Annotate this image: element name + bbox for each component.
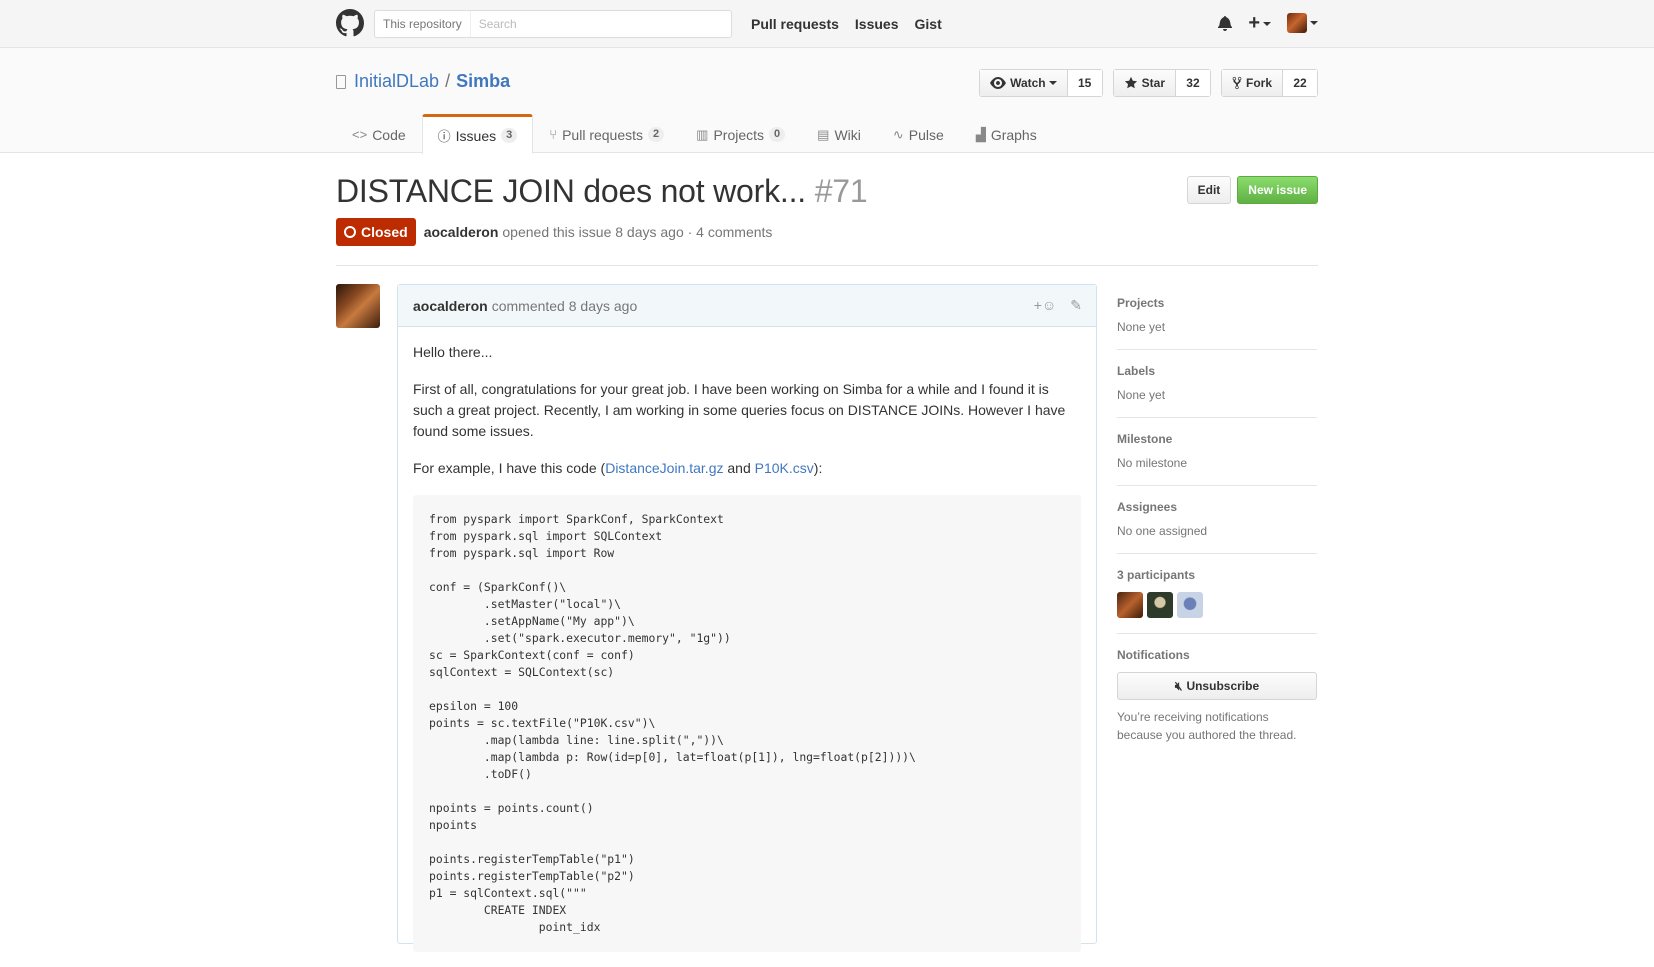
sidebar-heading-notifications: Notifications bbox=[1117, 648, 1190, 662]
mute-icon: 🔇︎ bbox=[1174, 678, 1183, 693]
status-badge: Closed bbox=[336, 218, 416, 246]
sidebar-projects: Projects None yet bbox=[1117, 284, 1317, 350]
sidebar-value-labels: None yet bbox=[1117, 388, 1166, 402]
sidebar-milestone: Milestone No milestone bbox=[1117, 418, 1317, 486]
comment-body: Hello there... First of all, congratulat… bbox=[398, 327, 1096, 967]
issue-sidebar: Projects None yet Labels None yet Milest… bbox=[1117, 284, 1317, 759]
header-divider bbox=[336, 265, 1318, 266]
status-badge-label: Closed bbox=[361, 224, 408, 240]
sidebar-labels: Labels None yet bbox=[1117, 350, 1317, 418]
comment-meta: commented 8 days ago bbox=[491, 297, 638, 314]
sidebar-heading-projects: Projects bbox=[1117, 296, 1165, 310]
sidebar-participants: 3 participants bbox=[1117, 554, 1317, 634]
avatar[interactable] bbox=[336, 284, 380, 328]
issue-meta-text: opened this issue 8 days ago · 4 comment… bbox=[502, 224, 773, 240]
sidebar-heading-participants: 3 participants bbox=[1117, 568, 1196, 582]
sidebar-assignees: Assignees No one assigned bbox=[1117, 486, 1317, 554]
example-and: and bbox=[723, 460, 755, 476]
issue-title-text: DISTANCE JOIN does not work... bbox=[336, 173, 806, 209]
example-prefix: For example, I have this code ( bbox=[413, 460, 606, 476]
unsubscribe-label: Unsubscribe bbox=[1186, 679, 1260, 693]
sidebar-heading-assignees: Assignees bbox=[1117, 500, 1178, 514]
sidebar-notifications: Notifications 🔇︎ Unsubscribe You’re rece… bbox=[1117, 634, 1317, 759]
sidebar-value-projects: None yet bbox=[1117, 320, 1166, 334]
issue-number: #71 bbox=[814, 173, 868, 209]
page-title: DISTANCE JOIN does not work... #71 bbox=[336, 173, 868, 210]
avatar[interactable] bbox=[1147, 592, 1173, 618]
sidebar-heading-labels: Labels bbox=[1117, 364, 1156, 378]
attachment-link-p10k[interactable]: P10K.csv bbox=[755, 460, 814, 476]
notification-reason: You’re receiving notifications because y… bbox=[1117, 710, 1297, 742]
issue-meta: Closed aocalderon opened this issue 8 da… bbox=[336, 218, 772, 246]
comment-author-link[interactable]: aocalderon bbox=[413, 298, 488, 314]
attachment-link-distancejoin[interactable]: DistanceJoin.tar.gz bbox=[605, 460, 723, 476]
avatar[interactable] bbox=[1117, 592, 1143, 618]
comment-paragraph: First of all, congratulations for your g… bbox=[413, 381, 1066, 439]
sidebar-value-assignees: No one assigned bbox=[1117, 524, 1208, 538]
edit-button[interactable]: Edit bbox=[1186, 176, 1232, 204]
code-block: from pyspark import SparkConf, SparkCont… bbox=[413, 495, 1081, 952]
sidebar-value-milestone: No milestone bbox=[1117, 456, 1188, 470]
pencil-icon[interactable]: ✎ bbox=[1070, 297, 1082, 314]
example-suffix: ): bbox=[813, 460, 823, 476]
comment: aocalderon commented 8 days ago +☺ ✎ Hel… bbox=[397, 284, 1097, 952]
participant-avatars bbox=[1117, 592, 1317, 618]
unsubscribe-button[interactable]: 🔇︎ Unsubscribe bbox=[1117, 672, 1317, 700]
issue-container: DISTANCE JOIN does not work... #71 Edit … bbox=[336, 0, 1318, 952]
comment-header: aocalderon commented 8 days ago +☺ ✎ bbox=[398, 285, 1096, 327]
issue-author-link[interactable]: aocalderon bbox=[424, 224, 499, 240]
avatar[interactable] bbox=[1177, 592, 1203, 618]
add-reaction-icon[interactable]: +☺ bbox=[1034, 297, 1056, 314]
new-issue-button[interactable]: New issue bbox=[1237, 176, 1318, 204]
issue-actions: Edit New issue bbox=[1186, 176, 1318, 204]
sidebar-heading-milestone: Milestone bbox=[1117, 432, 1173, 446]
comment-example-line: For example, I have this code (DistanceJ… bbox=[413, 458, 1081, 479]
issue-closed-icon bbox=[344, 226, 356, 238]
comment-header-actions: +☺ ✎ bbox=[1034, 297, 1082, 314]
comment-greeting: Hello there... bbox=[413, 344, 493, 360]
